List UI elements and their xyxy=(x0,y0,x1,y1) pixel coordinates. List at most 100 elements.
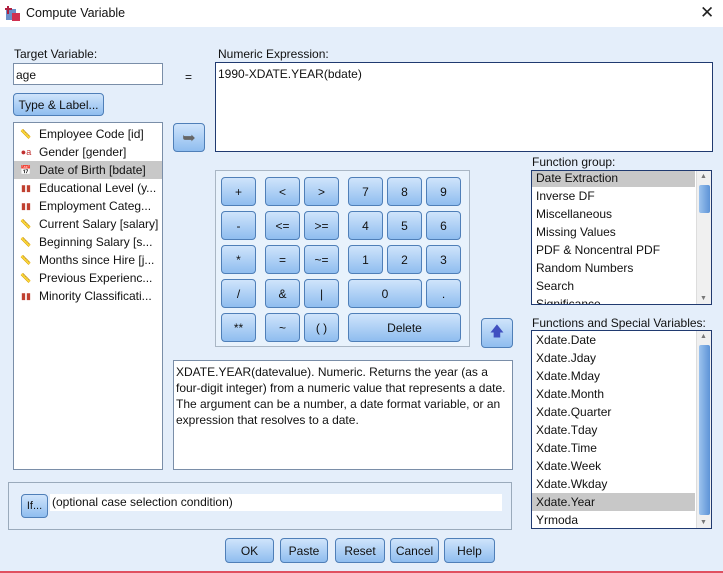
numeric-expression-label: Numeric Expression: xyxy=(218,47,329,61)
numeric-expression-input[interactable]: 1990-XDATE.YEAR(bdate) xyxy=(215,62,713,152)
variable-item[interactable]: 📏 Previous Experienc... xyxy=(14,269,162,287)
function-item[interactable]: Xdate.Date xyxy=(532,331,695,349)
variable-label: Gender [gender] xyxy=(39,145,127,159)
variable-item[interactable]: ▮▮ Minority Classificati... xyxy=(14,287,162,305)
function-group-item[interactable]: Significance xyxy=(532,295,695,304)
keypad-k0-button[interactable]: 0 xyxy=(348,279,422,308)
scale-ruler-icon: 📏 xyxy=(20,255,32,265)
variable-item[interactable]: 📏 Months since Hire [j... xyxy=(14,251,162,269)
scroll-arrow-icon[interactable]: ▲ xyxy=(700,333,707,340)
variable-label: Educational Level (y... xyxy=(39,181,157,195)
nominal-string-icon: ●a xyxy=(20,147,32,157)
keypad-minus-button[interactable]: - xyxy=(221,211,256,240)
keypad-plus-button[interactable]: + xyxy=(221,177,256,206)
keypad-ge-button[interactable]: >= xyxy=(304,211,339,240)
keypad-k8-button[interactable]: 8 xyxy=(387,177,422,206)
variable-item[interactable]: 📅 Date of Birth [bdate] xyxy=(14,161,162,179)
function-item[interactable]: Xdate.Week xyxy=(532,457,695,475)
scrollbar-thumb[interactable] xyxy=(699,345,710,515)
function-item[interactable]: Xdate.Month xyxy=(532,385,695,403)
keypad-pow-button[interactable]: ** xyxy=(221,313,256,342)
reset-button[interactable]: Reset xyxy=(335,538,385,563)
function-item[interactable]: Xdate.Jday xyxy=(532,349,695,367)
keypad-and-button[interactable]: & xyxy=(265,279,300,308)
move-function-up-button[interactable]: 🡅 xyxy=(481,318,513,348)
function-item[interactable]: Xdate.Quarter xyxy=(532,403,695,421)
function-group-item[interactable]: Inverse DF xyxy=(532,187,695,205)
keypad-dot-button[interactable]: . xyxy=(426,279,461,308)
function-item[interactable]: Xdate.Wkday xyxy=(532,475,695,493)
keypad-eq-button[interactable]: = xyxy=(265,245,300,274)
date-scale-icon: 📅 xyxy=(20,165,32,175)
ok-button[interactable]: OK xyxy=(225,538,274,563)
keypad-k9-button[interactable]: 9 xyxy=(426,177,461,206)
keypad-k1-button[interactable]: 1 xyxy=(348,245,383,274)
function-group-list[interactable]: Date Extraction Inverse DF Miscellaneous Mi… xyxy=(531,170,712,305)
keypad-paren-button[interactable]: ( ) xyxy=(304,313,339,342)
scroll-arrow-icon[interactable]: ▲ xyxy=(700,173,707,180)
if-condition-text: (optional case selection condition) xyxy=(50,494,502,511)
keypad-k4-button[interactable]: 4 xyxy=(348,211,383,240)
function-group-scrollbar[interactable]: ▲ ▼ xyxy=(696,171,711,304)
function-description: XDATE.YEAR(datevalue). Numeric. Returns … xyxy=(173,360,513,470)
variable-label: Employee Code [id] xyxy=(39,127,144,141)
function-item[interactable]: Xdate.Tday xyxy=(532,421,695,439)
function-group-item[interactable]: Miscellaneous xyxy=(532,205,695,223)
function-item[interactable]: Yrmoda xyxy=(532,511,695,528)
equals-sign: = xyxy=(185,70,193,84)
variable-label: Beginning Salary [s... xyxy=(39,235,153,249)
function-group-label: Function group: xyxy=(532,155,616,169)
keypad-not-button[interactable]: ~ xyxy=(265,313,300,342)
function-group-item[interactable]: Date Extraction xyxy=(532,171,695,187)
functions-scrollbar[interactable]: ▲ ▼ xyxy=(696,331,711,528)
function-item[interactable]: Xdate.Time xyxy=(532,439,695,457)
window-title: Compute Variable xyxy=(26,6,126,20)
keypad-k5-button[interactable]: 5 xyxy=(387,211,422,240)
variable-label: Employment Categ... xyxy=(39,199,152,213)
variable-item[interactable]: ●a Gender [gender] xyxy=(14,143,162,161)
functions-list[interactable]: Xdate.Date Xdate.Jday Xdate.Mday Xdate.Mont… xyxy=(531,330,712,529)
variable-label: Minority Classificati... xyxy=(39,289,152,303)
keypad-k3-button[interactable]: 3 xyxy=(426,245,461,274)
variable-label: Date of Birth [bdate] xyxy=(39,163,146,177)
function-item[interactable]: Xdate.Mday xyxy=(532,367,695,385)
scale-ruler-icon: 📏 xyxy=(20,129,32,139)
function-group-item[interactable]: Missing Values xyxy=(532,223,695,241)
variable-item[interactable]: 📏 Employee Code [id] xyxy=(14,125,162,143)
function-item[interactable]: Xdate.Year xyxy=(532,493,695,511)
keypad-lt-button[interactable]: < xyxy=(265,177,300,206)
keypad-delete-button[interactable]: Delete xyxy=(348,313,461,342)
keypad-or-button[interactable]: | xyxy=(304,279,339,308)
function-group-item[interactable]: Random Numbers xyxy=(532,259,695,277)
scroll-arrow-icon[interactable]: ▼ xyxy=(700,519,707,526)
keypad-div-button[interactable]: / xyxy=(221,279,256,308)
variable-list[interactable]: 📏 Employee Code [id] ●a Gender [gender] 📅 Dat… xyxy=(13,122,163,470)
close-icon[interactable]: ✕ xyxy=(700,3,714,23)
variable-item[interactable]: 📏 Current Salary [salary] xyxy=(14,215,162,233)
keypad-mul-button[interactable]: * xyxy=(221,245,256,274)
if-button[interactable]: If... xyxy=(21,494,48,518)
ordinal-bar-icon: ▮▮ xyxy=(21,291,31,301)
keypad-panel: + < >7 8 9 - <= >= 4 5 6 * = ~= 1 2 3 /& | 0. ** ~( ) Delete xyxy=(215,170,470,347)
keypad-k7-button[interactable]: 7 xyxy=(348,177,383,206)
target-variable-input[interactable]: age xyxy=(13,63,163,85)
variable-item[interactable]: 📏 Beginning Salary [s... xyxy=(14,233,162,251)
keypad-ne-button[interactable]: ~= xyxy=(304,245,339,274)
type-label-button[interactable]: Type & Label... xyxy=(13,93,104,116)
keypad-le-button[interactable]: <= xyxy=(265,211,300,240)
help-button[interactable]: Help xyxy=(444,538,495,563)
keypad-k2-button[interactable]: 2 xyxy=(387,245,422,274)
function-group-item[interactable]: PDF & Noncentral PDF xyxy=(532,241,695,259)
scrollbar-thumb[interactable] xyxy=(699,185,710,213)
keypad-gt-button[interactable]: > xyxy=(304,177,339,206)
scroll-arrow-icon[interactable]: ▼ xyxy=(700,295,707,302)
keypad-k6-button[interactable]: 6 xyxy=(426,211,461,240)
function-group-item[interactable]: Search xyxy=(532,277,695,295)
move-variable-button[interactable]: ➥ xyxy=(173,123,205,152)
variable-item[interactable]: ▮▮ Educational Level (y... xyxy=(14,179,162,197)
if-panel: If... (optional case selection condition… xyxy=(8,482,512,530)
paste-button[interactable]: Paste xyxy=(280,538,328,563)
cancel-button[interactable]: Cancel xyxy=(390,538,439,563)
scale-ruler-icon: 📏 xyxy=(20,219,32,229)
variable-item[interactable]: ▮▮ Employment Categ... xyxy=(14,197,162,215)
